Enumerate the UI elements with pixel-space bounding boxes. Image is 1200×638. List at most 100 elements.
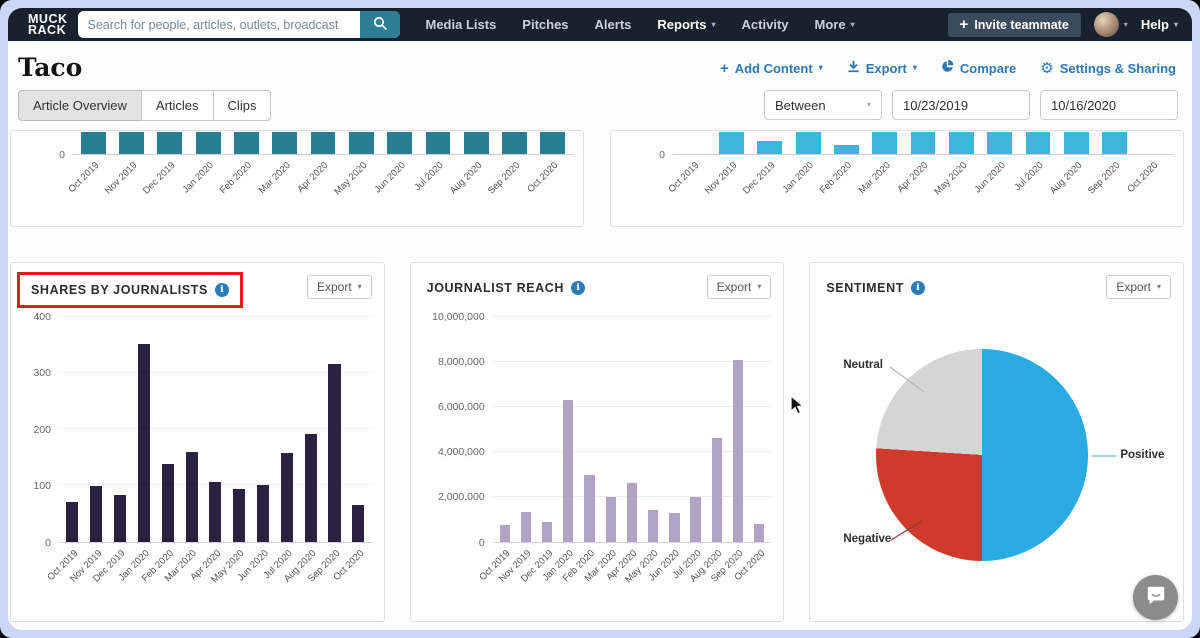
bar — [328, 364, 340, 542]
nav-item-alerts[interactable]: Alerts — [595, 17, 632, 32]
shares-bar-chart: 0100200300400Oct 2019Nov 2019Dec 2019Jan… — [15, 317, 372, 607]
chat-launcher-button[interactable] — [1133, 575, 1178, 620]
bar — [502, 132, 527, 154]
bar-series — [493, 317, 772, 542]
card-title: SHARES BY JOURNALISTS — [31, 283, 208, 297]
y-tick-label: 2,000,000 — [438, 491, 485, 503]
y-tick-label: 100 — [33, 480, 51, 492]
chevron-down-icon: ▾ — [913, 64, 917, 72]
bar — [542, 522, 552, 541]
info-icon[interactable]: i — [571, 281, 585, 295]
report-header: Taco + Add Content ▾ Export ▾ — [8, 41, 1192, 88]
report-actions: + Add Content ▾ Export ▾ — [720, 60, 1176, 76]
nav-item-media-lists[interactable]: Media Lists — [426, 17, 497, 32]
bar — [540, 132, 565, 154]
x-label-slot: Apr 2020 — [308, 155, 338, 213]
add-content-button[interactable]: + Add Content ▾ — [720, 61, 823, 76]
gear-icon: ⚙ — [1040, 61, 1053, 76]
chevron-down-icon: ▾ — [712, 21, 716, 29]
x-label-slot: Oct 2020 — [538, 155, 568, 213]
info-icon[interactable]: i — [911, 281, 925, 295]
bar — [500, 525, 510, 542]
bar-slot — [755, 132, 785, 154]
range-operator-select[interactable]: Between ▾ — [764, 90, 882, 120]
y-tick-label: 300 — [33, 367, 51, 379]
nav-item-pitches[interactable]: Pitches — [522, 17, 568, 32]
muckrack-logo[interactable]: MUCK RACK — [28, 14, 68, 35]
bar — [138, 344, 150, 542]
bar-slot — [88, 317, 105, 542]
export-button[interactable]: Export ▾ — [1106, 275, 1171, 299]
x-label-slot: Dec 2019 — [155, 155, 185, 213]
bar — [584, 475, 594, 541]
end-date-input[interactable] — [1040, 90, 1178, 120]
x-label-slot: Nov 2019 — [116, 155, 146, 213]
bar — [387, 132, 412, 154]
nav-right: + Invite teammate ▾ Help ▾ — [948, 12, 1178, 37]
compare-button[interactable]: Compare — [941, 60, 1016, 76]
export-button[interactable]: Export ▾ — [847, 60, 917, 76]
y-tick-label: 0 — [659, 149, 665, 161]
y-tick-label: 4,000,000 — [438, 446, 485, 458]
shares-by-journalists-card: SHARES BY JOURNALISTS i Export ▾ 0100200… — [10, 262, 385, 622]
bar — [90, 486, 102, 541]
info-icon[interactable]: i — [215, 283, 229, 297]
bar — [669, 513, 679, 541]
global-search — [78, 11, 400, 38]
nav-item-activity[interactable]: Activity — [742, 17, 789, 32]
bar-slot — [308, 132, 338, 154]
top-left-mini-chart: 0Oct 2019Nov 2019Dec 2019Jan 2020Feb 202… — [11, 132, 573, 213]
nav-item-more[interactable]: More▾ — [815, 17, 855, 32]
tab-articles[interactable]: Articles — [141, 90, 214, 121]
settings-sharing-button[interactable]: ⚙ Settings & Sharing — [1040, 61, 1176, 76]
invite-teammate-button[interactable]: + Invite teammate — [948, 13, 1081, 37]
download-icon — [847, 60, 860, 76]
bar-slot — [155, 132, 185, 154]
page-title: Taco — [18, 54, 82, 82]
help-menu[interactable]: Help ▾ — [1141, 17, 1178, 32]
bar-slot — [135, 317, 152, 542]
chevron-down-icon: ▾ — [867, 101, 871, 109]
search-input[interactable] — [78, 11, 360, 38]
export-button[interactable]: Export ▾ — [707, 275, 772, 299]
x-axis-labels: Oct 2019Nov 2019Dec 2019Jan 2020Feb 2020… — [59, 543, 372, 607]
bar — [162, 464, 174, 541]
bar-slot — [207, 317, 224, 542]
x-axis-labels: Oct 2019Nov 2019Dec 2019Jan 2020Feb 2020… — [673, 155, 1173, 213]
bar-slot — [538, 132, 568, 154]
user-menu[interactable]: ▾ — [1094, 12, 1128, 37]
bar-slot — [946, 132, 976, 154]
x-label-slot: Feb 2020 — [831, 155, 861, 213]
bar-slot — [752, 317, 766, 542]
x-axis-labels: Oct 2019Nov 2019Dec 2019Jan 2020Feb 2020… — [493, 543, 772, 607]
x-label-slot: Oct 2019 — [678, 155, 708, 213]
x-label-slot: Apr 2020 — [908, 155, 938, 213]
bar — [949, 132, 974, 154]
bar-slot — [498, 317, 512, 542]
bar-slot — [278, 317, 295, 542]
tab-article-overview[interactable]: Article Overview — [18, 90, 142, 121]
search-button[interactable] — [360, 11, 400, 38]
pie-label-positive: Positive — [1120, 449, 1164, 461]
bar-slot — [678, 132, 708, 154]
red-annotation-box: SHARES BY JOURNALISTS i — [17, 272, 243, 308]
bar-slot — [540, 317, 554, 542]
nav-item-reports[interactable]: Reports▾ — [657, 17, 715, 32]
bar-slot — [270, 132, 300, 154]
bar — [563, 400, 573, 542]
x-label-slot: Sep 2020 — [1099, 155, 1129, 213]
bar-slot — [461, 132, 491, 154]
bar — [690, 497, 700, 542]
top-right-mini-chart: 0Oct 2019Nov 2019Dec 2019Jan 2020Feb 202… — [611, 132, 1173, 213]
start-date-input[interactable] — [892, 90, 1030, 120]
x-label-slot: Jan 2020 — [793, 155, 823, 213]
x-tick-label: Oct 2019 — [66, 160, 101, 195]
bar — [1064, 132, 1089, 154]
chevron-down-icon: ▾ — [757, 283, 761, 291]
bar-slot — [183, 317, 200, 542]
export-button[interactable]: Export ▾ — [307, 275, 372, 299]
tab-clips[interactable]: Clips — [213, 90, 272, 121]
bar-series — [59, 317, 372, 542]
bar — [426, 132, 451, 154]
bar-slot — [193, 132, 223, 154]
